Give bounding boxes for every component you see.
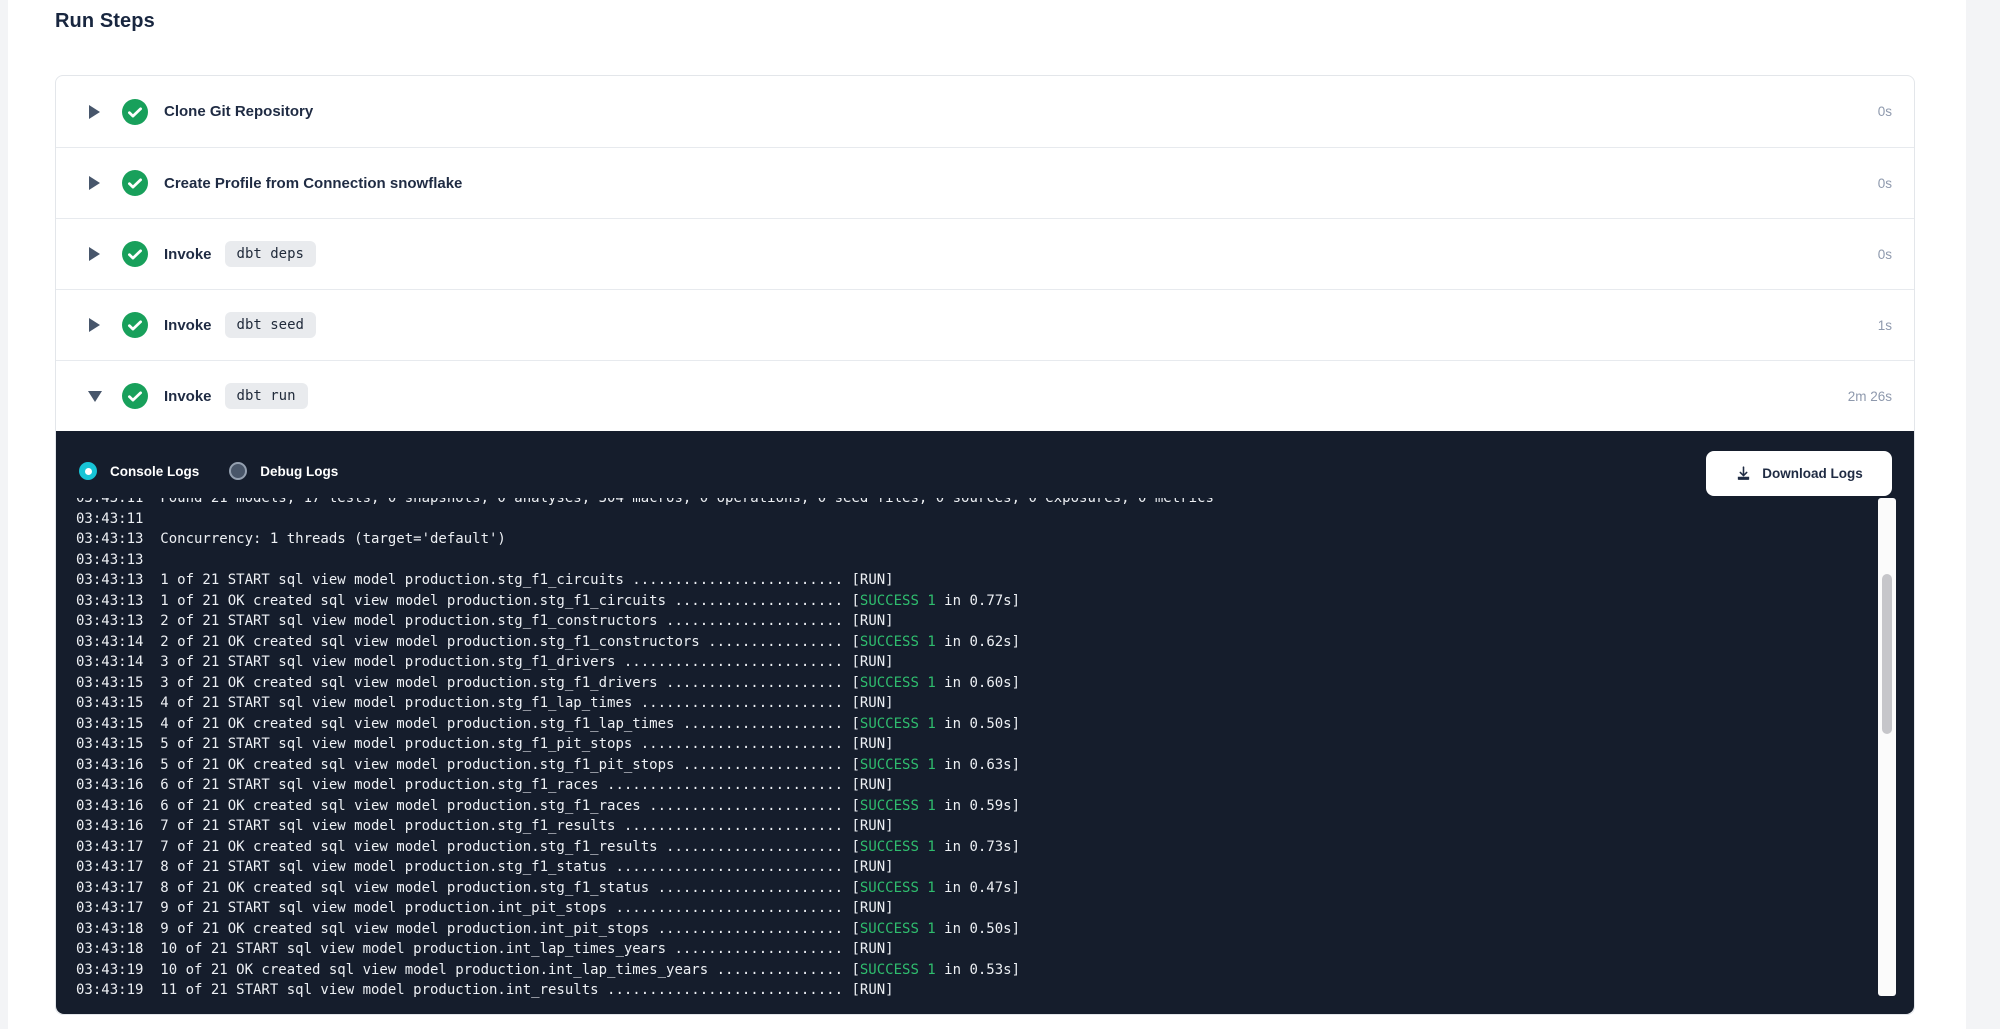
log-line: 03:43:19 11 of 21 START sql view model p… [76, 980, 1816, 1001]
console-scrollbar[interactable] [1878, 498, 1896, 996]
run-steps-card: Clone Git Repository 0s Create Profile f… [55, 75, 1915, 1015]
page-right-gutter [1966, 0, 2000, 1029]
page-left-gutter [0, 0, 8, 1029]
success-check-icon [122, 383, 148, 409]
step-duration: 0s [1878, 104, 1892, 119]
step-duration: 1s [1878, 318, 1892, 333]
download-logs-label: Download Logs [1762, 466, 1863, 481]
log-line: 03:43:16 7 of 21 START sql view model pr… [76, 816, 1816, 837]
log-line: 03:43:13 1 of 21 OK created sql view mod… [76, 591, 1816, 612]
chevron-right-icon[interactable] [87, 318, 102, 332]
log-line: 03:43:13 [76, 550, 1816, 571]
page-title: Run Steps [55, 10, 155, 33]
download-icon [1735, 465, 1752, 482]
step-duration: 0s [1878, 247, 1892, 262]
step-row-clone-git-repository[interactable]: Clone Git Repository 0s [56, 76, 1914, 147]
step-row-invoke-dbt-run[interactable]: Invoke dbt run 2m 26s [56, 360, 1914, 431]
log-line: 03:43:15 4 of 21 START sql view model pr… [76, 693, 1816, 714]
chevron-right-icon[interactable] [87, 176, 102, 190]
success-check-icon [122, 99, 148, 125]
chevron-right-icon[interactable] [87, 247, 102, 261]
step-label: Clone Git Repository [164, 103, 313, 120]
log-line: 03:43:15 5 of 21 START sql view model pr… [76, 734, 1816, 755]
log-line: 03:43:17 8 of 21 START sql view model pr… [76, 857, 1816, 878]
debug-logs-label: Debug Logs [260, 464, 338, 479]
console-log-output[interactable]: 03:43:11 Found 21 models, 17 tests, 0 sn… [56, 498, 1816, 1014]
console-scrollbar-thumb[interactable] [1882, 574, 1892, 734]
radio-selected-icon[interactable] [79, 462, 97, 480]
success-check-icon [122, 170, 148, 196]
success-check-icon [122, 312, 148, 338]
step-row-invoke-dbt-deps[interactable]: Invoke dbt deps 0s [56, 218, 1914, 289]
log-line: 03:43:17 8 of 21 OK created sql view mod… [76, 878, 1816, 899]
log-line: 03:43:11 [76, 509, 1816, 530]
log-line: 03:43:14 3 of 21 START sql view model pr… [76, 652, 1816, 673]
radio-unselected-icon[interactable] [229, 462, 247, 480]
log-line: 03:43:18 9 of 21 OK created sql view mod… [76, 919, 1816, 940]
log-line: 03:43:18 10 of 21 START sql view model p… [76, 939, 1816, 960]
step-command-badge: dbt run [225, 383, 308, 409]
step-row-invoke-dbt-seed[interactable]: Invoke dbt seed 1s [56, 289, 1914, 360]
download-logs-button[interactable]: Download Logs [1706, 451, 1892, 496]
log-line: 03:43:14 2 of 21 OK created sql view mod… [76, 632, 1816, 653]
log-type-radio-group: Console Logs Debug Logs [79, 462, 368, 480]
step-label: Invoke [164, 246, 212, 263]
log-line: 03:43:16 5 of 21 OK created sql view mod… [76, 755, 1816, 776]
log-line: 03:43:19 10 of 21 OK created sql view mo… [76, 960, 1816, 981]
step-label: Invoke [164, 388, 212, 405]
log-line: 03:43:17 9 of 21 START sql view model pr… [76, 898, 1816, 919]
log-line: 03:43:15 4 of 21 OK created sql view mod… [76, 714, 1816, 735]
chevron-down-icon[interactable] [87, 391, 102, 402]
success-check-icon [122, 241, 148, 267]
log-line: 03:43:17 7 of 21 OK created sql view mod… [76, 837, 1816, 858]
log-line: 03:43:13 Concurrency: 1 threads (target=… [76, 529, 1816, 550]
debug-logs-radio[interactable]: Debug Logs [229, 462, 338, 480]
chevron-right-icon[interactable] [87, 105, 102, 119]
console-panel: Console Logs Debug Logs Download Logs 03… [56, 431, 1914, 1014]
log-line: 03:43:15 3 of 21 OK created sql view mod… [76, 673, 1816, 694]
step-duration: 2m 26s [1848, 389, 1892, 404]
log-line: 03:43:13 1 of 21 START sql view model pr… [76, 570, 1816, 591]
log-line: 03:43:13 2 of 21 START sql view model pr… [76, 611, 1816, 632]
console-logs-label: Console Logs [110, 464, 199, 479]
step-label: Invoke [164, 317, 212, 334]
log-line: 03:43:11 Found 21 models, 17 tests, 0 sn… [76, 498, 1816, 509]
step-command-badge: dbt seed [225, 312, 316, 338]
step-command-badge: dbt deps [225, 241, 316, 267]
step-row-create-profile[interactable]: Create Profile from Connection snowflake… [56, 147, 1914, 218]
log-line: 03:43:16 6 of 21 START sql view model pr… [76, 775, 1816, 796]
console-logs-radio[interactable]: Console Logs [79, 462, 199, 480]
step-duration: 0s [1878, 176, 1892, 191]
log-line: 03:43:16 6 of 21 OK created sql view mod… [76, 796, 1816, 817]
step-label: Create Profile from Connection snowflake [164, 175, 462, 192]
